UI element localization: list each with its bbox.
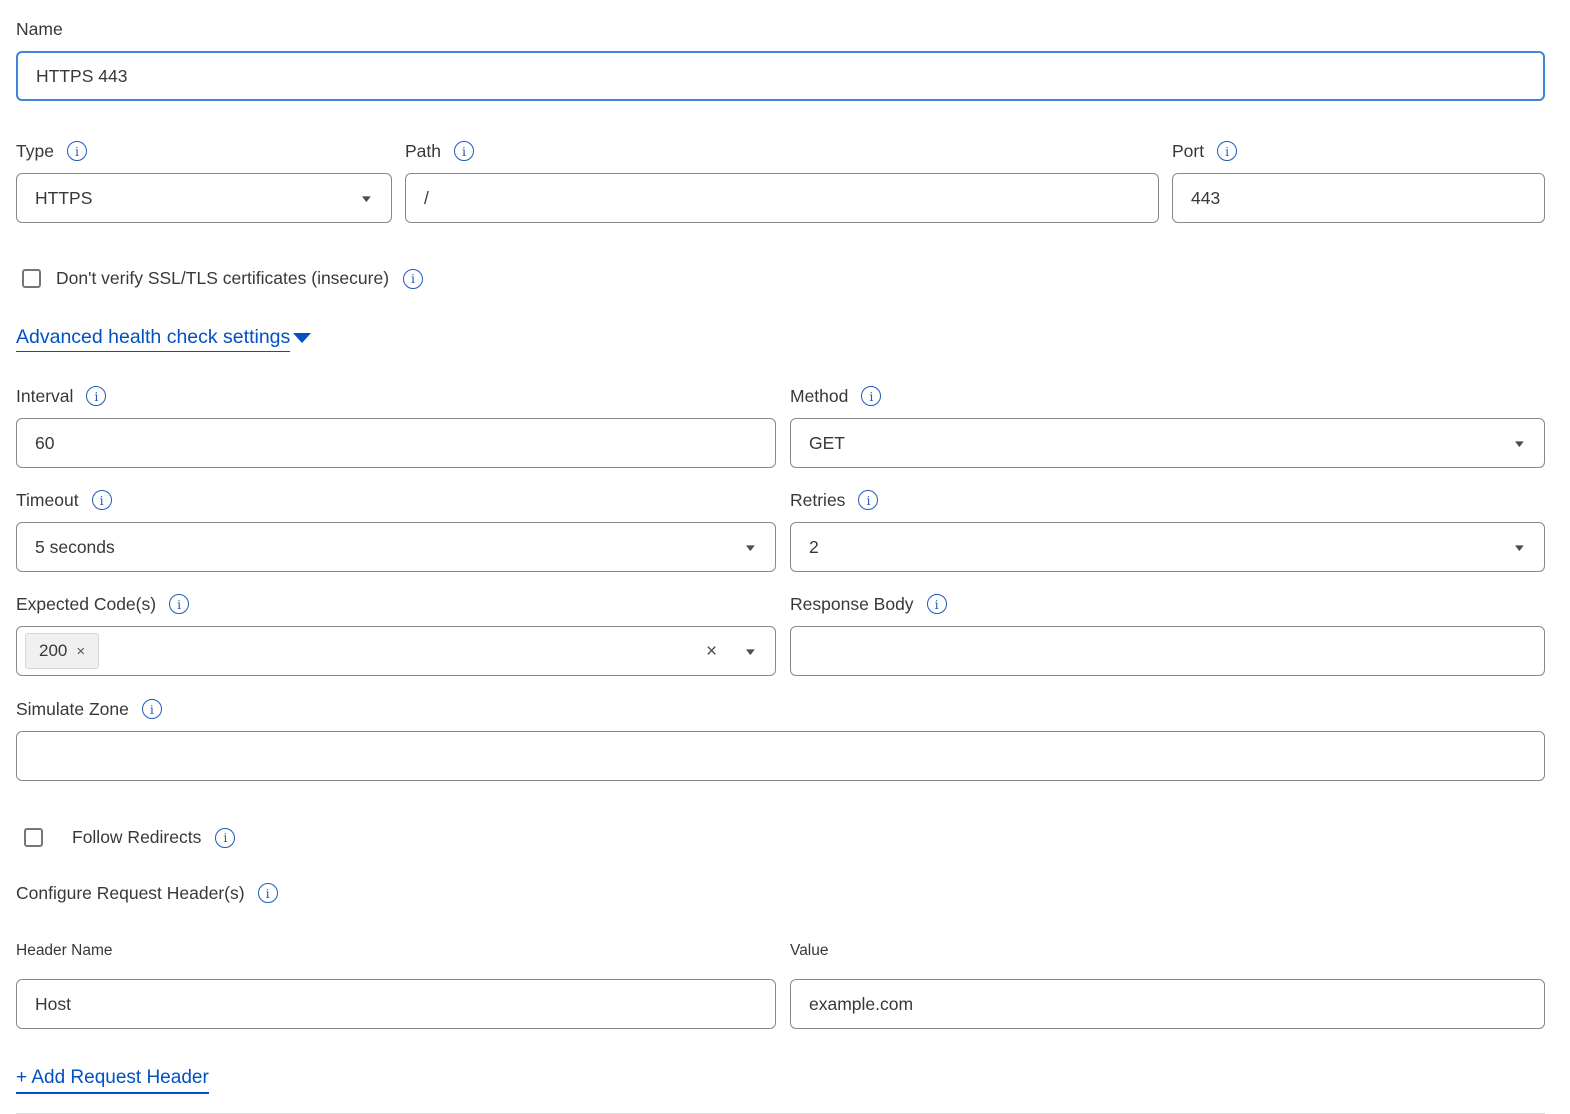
- expected-codes-field: Expected Code(s) i 200 × × ▼: [16, 593, 776, 676]
- insecure-checkbox-row: Don't verify SSL/TLS certificates (insec…: [22, 268, 1545, 289]
- expected-code-tag: 200 ×: [25, 633, 99, 669]
- chevron-down-icon: ▼: [1512, 437, 1527, 448]
- type-label-text: Type: [16, 140, 54, 162]
- header-name-label: Header Name: [16, 940, 776, 962]
- interval-label: Interval i: [16, 385, 776, 407]
- request-headers-section-label: Configure Request Header(s) i: [16, 882, 1545, 904]
- header-name-label-text: Header Name: [16, 940, 113, 962]
- type-field: Type i HTTPS ▼: [16, 140, 392, 223]
- simulate-zone-field: Simulate Zone i: [16, 698, 1545, 781]
- info-icon[interactable]: i: [927, 594, 947, 614]
- simulate-zone-label: Simulate Zone i: [16, 698, 1545, 720]
- info-icon[interactable]: i: [454, 141, 474, 161]
- header-value-label-text: Value: [790, 940, 829, 962]
- name-label-text: Name: [16, 18, 63, 40]
- port-input[interactable]: [1172, 173, 1545, 223]
- info-icon[interactable]: i: [169, 594, 189, 614]
- info-icon[interactable]: i: [215, 828, 235, 848]
- interval-label-text: Interval: [16, 385, 73, 407]
- advanced-settings-link-text: Advanced health check settings: [16, 326, 290, 352]
- path-label-text: Path: [405, 140, 441, 162]
- method-select-value: GET: [809, 433, 1513, 454]
- name-label: Name: [16, 18, 1545, 40]
- info-icon[interactable]: i: [861, 386, 881, 406]
- health-check-form: Name Type i HTTPS ▼ Path i Port i: [0, 0, 1570, 1107]
- timeout-label-text: Timeout: [16, 489, 79, 511]
- response-body-label-text: Response Body: [790, 593, 914, 615]
- type-select[interactable]: HTTPS ▼: [16, 173, 392, 223]
- retries-field: Retries i 2 ▼: [790, 489, 1545, 572]
- info-icon[interactable]: i: [1217, 141, 1237, 161]
- response-body-label: Response Body i: [790, 593, 1545, 615]
- info-icon[interactable]: i: [258, 883, 278, 903]
- method-field: Method i GET ▼: [790, 385, 1545, 468]
- expected-codes-label: Expected Code(s) i: [16, 593, 776, 615]
- retries-label-text: Retries: [790, 489, 845, 511]
- info-icon[interactable]: i: [86, 386, 106, 406]
- expected-codes-label-text: Expected Code(s): [16, 593, 156, 615]
- triangle-down-icon: [293, 333, 311, 343]
- timeout-label: Timeout i: [16, 489, 776, 511]
- timeout-select-value: 5 seconds: [35, 537, 744, 558]
- insecure-checkbox-label: Don't verify SSL/TLS certificates (insec…: [56, 268, 389, 289]
- port-label-text: Port: [1172, 140, 1204, 162]
- request-header-row: Header Name Value: [16, 940, 1545, 1029]
- simulate-zone-input[interactable]: [16, 731, 1545, 781]
- tag-remove-icon[interactable]: ×: [76, 644, 85, 659]
- name-input[interactable]: [16, 51, 1545, 101]
- response-body-field: Response Body i: [790, 593, 1545, 676]
- expected-codes-multiselect[interactable]: 200 × × ▼: [16, 626, 776, 676]
- header-name-field: Header Name: [16, 940, 776, 1029]
- method-label: Method i: [790, 385, 1545, 407]
- interval-field: Interval i: [16, 385, 776, 468]
- request-headers-section-label-text: Configure Request Header(s): [16, 882, 245, 904]
- info-icon[interactable]: i: [67, 141, 87, 161]
- info-icon[interactable]: i: [858, 490, 878, 510]
- path-label: Path i: [405, 140, 1159, 162]
- port-label: Port i: [1172, 140, 1545, 162]
- header-name-input[interactable]: [16, 979, 776, 1029]
- clear-all-icon[interactable]: ×: [706, 642, 717, 661]
- advanced-settings-link[interactable]: Advanced health check settings: [16, 326, 311, 352]
- header-value-field: Value: [790, 940, 1545, 1029]
- chevron-down-icon: ▼: [743, 541, 758, 552]
- timeout-select[interactable]: 5 seconds ▼: [16, 522, 776, 572]
- info-icon[interactable]: i: [142, 699, 162, 719]
- header-value-input[interactable]: [790, 979, 1545, 1029]
- method-select[interactable]: GET ▼: [790, 418, 1545, 468]
- method-label-text: Method: [790, 385, 848, 407]
- path-input[interactable]: [405, 173, 1159, 223]
- type-select-value: HTTPS: [35, 188, 360, 209]
- interval-input[interactable]: [16, 418, 776, 468]
- port-field: Port i: [1172, 140, 1545, 223]
- retries-select-value: 2: [809, 537, 1513, 558]
- retries-select[interactable]: 2 ▼: [790, 522, 1545, 572]
- follow-redirects-checkbox[interactable]: [24, 828, 43, 847]
- info-icon[interactable]: i: [92, 490, 112, 510]
- header-value-label: Value: [790, 940, 1545, 962]
- insecure-checkbox[interactable]: [22, 269, 41, 288]
- chevron-down-icon: ▼: [359, 192, 374, 203]
- path-field: Path i: [405, 140, 1159, 223]
- expected-code-tag-text: 200: [39, 641, 67, 661]
- follow-redirects-row: Follow Redirects i: [24, 827, 1545, 848]
- chevron-down-icon[interactable]: ▼: [743, 645, 758, 656]
- follow-redirects-label: Follow Redirects: [72, 827, 201, 848]
- timeout-field: Timeout i 5 seconds ▼: [16, 489, 776, 572]
- response-body-input[interactable]: [790, 626, 1545, 676]
- chevron-down-icon: ▼: [1512, 541, 1527, 552]
- simulate-zone-label-text: Simulate Zone: [16, 698, 129, 720]
- retries-label: Retries i: [790, 489, 1545, 511]
- info-icon[interactable]: i: [403, 269, 423, 289]
- add-request-header-link[interactable]: + Add Request Header: [16, 1067, 209, 1094]
- type-label: Type i: [16, 140, 392, 162]
